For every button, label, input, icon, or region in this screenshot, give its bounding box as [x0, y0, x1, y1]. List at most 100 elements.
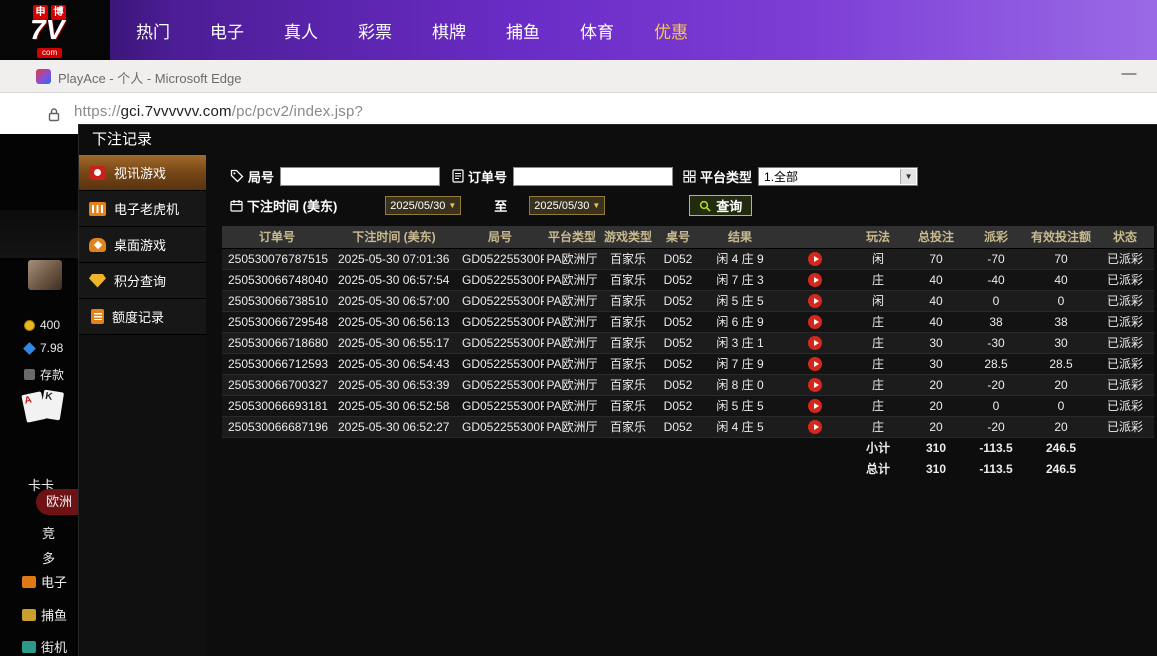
nav-item-lottery[interactable]: 彩票 — [338, 18, 412, 43]
round-number-input[interactable] — [280, 167, 440, 186]
cell-round: GD052255300PM — [456, 332, 544, 353]
hall-tab-jing[interactable]: 竞 — [42, 523, 55, 542]
order-doc-icon — [452, 169, 464, 183]
url-field[interactable]: https://gci.7vvvvvv.com/pc/pcv2/index.js… — [74, 103, 363, 120]
cell-payout: 28.5 — [966, 353, 1026, 374]
slots-category-icon — [22, 576, 36, 588]
cell-game: 百家乐 — [600, 248, 656, 269]
bet-row: 2505300667385102025-05-30 06:57:00GD0522… — [222, 290, 1154, 311]
menu-item-credit-record[interactable]: 额度记录 — [79, 299, 206, 335]
menu-item-label: 积分查询 — [114, 271, 166, 290]
replay-button[interactable] — [808, 294, 822, 308]
play-icon — [814, 319, 819, 325]
date-from-value: 2025/05/30 — [390, 200, 445, 212]
category-arcade[interactable]: 街机 — [22, 637, 67, 656]
hall-tab-duo[interactable]: 多 — [42, 548, 55, 567]
order-number-input[interactable] — [513, 167, 673, 186]
cell-round: GD052255300PU — [456, 248, 544, 269]
replay-button[interactable] — [808, 420, 822, 434]
query-button[interactable]: 查询 — [689, 195, 752, 216]
cell-time: 2025-05-30 07:01:36 — [332, 248, 456, 269]
cell-payout: -70 — [966, 248, 1026, 269]
cell-payout: -40 — [966, 269, 1026, 290]
cell-status: 已派彩 — [1096, 269, 1154, 290]
cell-order: 250530066748040 — [222, 269, 332, 290]
cell-time: 2025-05-30 06:52:58 — [332, 395, 456, 416]
edge-titlebar: PlayAce - 个人 - Microsoft Edge — — [0, 60, 1157, 93]
category-fishing[interactable]: 捕鱼 — [22, 605, 67, 624]
replay-button[interactable] — [808, 315, 822, 329]
cell-valid: 20 — [1026, 416, 1096, 437]
column-header-0: 订单号 — [222, 226, 332, 248]
site-top-nav: 申 博 7V com 热门电子真人彩票棋牌捕鱼体育优惠 — [0, 0, 1157, 60]
menu-item-label: 电子老虎机 — [114, 199, 179, 218]
cell-total: 40 — [906, 290, 966, 311]
column-header-8: 玩法 — [850, 226, 906, 248]
replay-button[interactable] — [808, 399, 822, 413]
menu-item-points-query[interactable]: 积分查询 — [79, 263, 206, 299]
nav-item-promo[interactable]: 优惠 — [634, 18, 708, 43]
cell-table: D052 — [656, 311, 700, 332]
cell-result: 闲 3 庄 1 — [700, 332, 780, 353]
cell-play: 闲 — [850, 248, 906, 269]
menu-item-table-games[interactable]: 桌面游戏 — [79, 227, 206, 263]
bet-row: 2505300667295482025-05-30 06:56:13GD0522… — [222, 311, 1154, 332]
cell-total: 20 — [906, 374, 966, 395]
replay-button[interactable] — [808, 357, 822, 371]
bet-table-body: 2505300767875152025-05-30 07:01:36GD0522… — [222, 248, 1154, 479]
nav-item-fishing[interactable]: 捕鱼 — [486, 18, 560, 43]
filter-row-1: 局号 订单号 平台类型 1.全部 ▼ — [230, 165, 1157, 187]
cell-total: 40 — [906, 269, 966, 290]
cell-result: 闲 8 庄 0 — [700, 374, 780, 395]
cell-platform: PA欧洲厅 — [544, 416, 600, 437]
nav-item-slots[interactable]: 电子 — [190, 18, 264, 43]
nav-item-cards[interactable]: 棋牌 — [412, 18, 486, 43]
play-icon — [814, 298, 819, 304]
subtotal-row-payout: -113.5 — [966, 437, 1026, 458]
cell-valid: 0 — [1026, 395, 1096, 416]
arcade-category-label: 街机 — [41, 637, 67, 656]
date-from-select[interactable]: 2025/05/30 ▼ — [385, 196, 461, 215]
lock-icon[interactable] — [44, 104, 64, 124]
hall-tab-europe[interactable]: 欧洲厅 — [36, 489, 78, 515]
replay-button[interactable] — [808, 378, 822, 392]
arcade-category-icon — [22, 641, 36, 653]
menu-item-slot-machines[interactable]: 电子老虎机 — [79, 191, 206, 227]
user-avatar[interactable] — [28, 260, 62, 290]
cell-time: 2025-05-30 06:53:39 — [332, 374, 456, 395]
date-to-select[interactable]: 2025/05/30 ▼ — [529, 196, 605, 215]
window-title: PlayAce - 个人 - Microsoft Edge — [58, 68, 242, 87]
replay-button[interactable] — [808, 273, 822, 287]
menu-item-label: 额度记录 — [112, 307, 164, 326]
platform-type-select[interactable]: 1.全部 ▼ — [758, 167, 918, 186]
grand-total-row: 总计310-113.5246.5 — [222, 458, 1154, 479]
cell-status: 已派彩 — [1096, 353, 1154, 374]
cell-valid: 30 — [1026, 332, 1096, 353]
cell-order: 250530066693181 — [222, 395, 332, 416]
modal-title: 下注记录 — [79, 125, 1157, 155]
cell-result: 闲 4 庄 9 — [700, 248, 780, 269]
cell-game: 百家乐 — [600, 416, 656, 437]
gem-balance-fragment: 7.98 — [24, 341, 63, 355]
nav-item-live[interactable]: 真人 — [264, 18, 338, 43]
cell-round: GD052255300PL — [456, 353, 544, 374]
cell-table: D052 — [656, 353, 700, 374]
menu-item-video-games[interactable]: 视讯游戏 — [79, 155, 206, 191]
nav-item-sports[interactable]: 体育 — [560, 18, 634, 43]
cell-round: GD052255300PJ — [456, 374, 544, 395]
category-slots[interactable]: 电子 — [22, 572, 67, 591]
date-to-value: 2025/05/30 — [534, 200, 589, 212]
deposit-button[interactable]: 存款 — [24, 366, 64, 383]
deposit-icon — [24, 369, 35, 380]
replay-button[interactable] — [808, 252, 822, 266]
cell-result: 闲 5 庄 5 — [700, 395, 780, 416]
cell-time: 2025-05-30 06:52:27 — [332, 416, 456, 437]
replay-button[interactable] — [808, 336, 822, 350]
cell-game: 百家乐 — [600, 290, 656, 311]
playing-card-king: K — [40, 390, 64, 421]
minimize-button[interactable]: — — [1115, 65, 1143, 82]
column-header-7 — [780, 226, 850, 248]
site-logo[interactable]: 申 博 7V com — [0, 0, 110, 60]
nav-item-hot[interactable]: 热门 — [116, 18, 190, 43]
cell-result: 闲 6 庄 9 — [700, 311, 780, 332]
